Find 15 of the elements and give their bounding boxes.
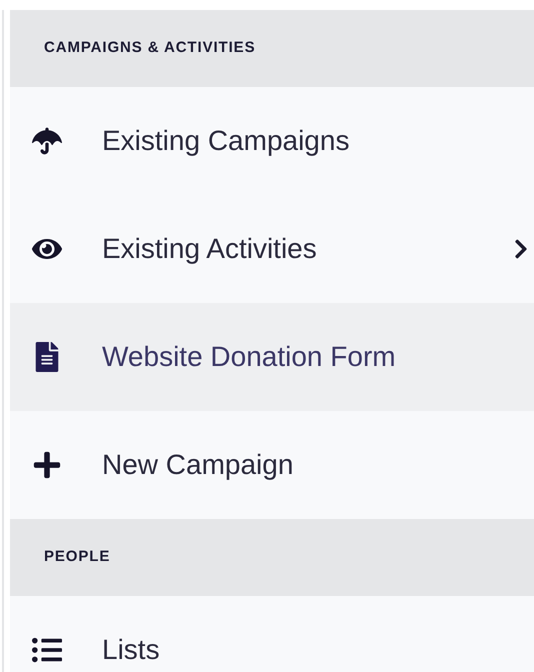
menu-item-label: Existing Campaigns bbox=[102, 124, 350, 158]
menu-item[interactable]: Lists bbox=[10, 596, 534, 672]
menu-item-label: Website Donation Form bbox=[102, 340, 397, 374]
section-title: CAMPAIGNS & ACTIVITIES bbox=[44, 38, 256, 58]
menu-item-label: New Campaign bbox=[102, 448, 294, 482]
plus-icon bbox=[32, 450, 62, 480]
menu-item[interactable]: Existing Activities bbox=[10, 195, 534, 303]
section-title: PEOPLE bbox=[44, 547, 110, 568]
menu-item[interactable]: New Campaign bbox=[10, 411, 534, 519]
list-icon bbox=[32, 635, 62, 665]
menu-item-label: Lists bbox=[102, 633, 161, 667]
menu-item[interactable]: Website Donation Form bbox=[10, 303, 534, 411]
menu-item-label: Existing Activities bbox=[102, 232, 318, 266]
menu-item[interactable]: Existing Campaigns bbox=[10, 87, 534, 195]
umbrella-icon bbox=[32, 126, 62, 156]
